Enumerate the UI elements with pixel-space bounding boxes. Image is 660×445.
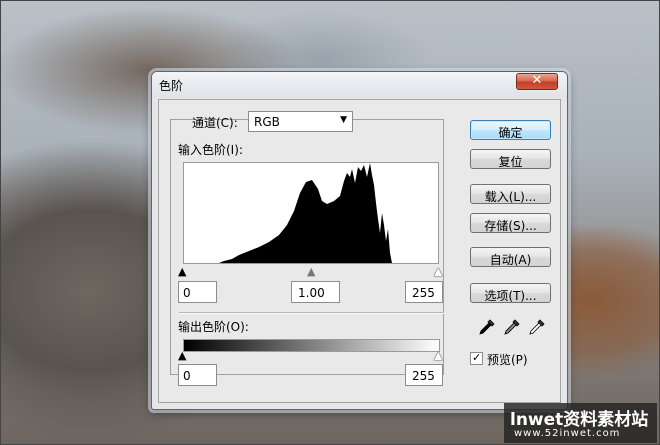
reset-button-label: 复位 (498, 155, 523, 169)
close-button[interactable]: ✕ (516, 73, 558, 90)
input-black-field[interactable]: 0 (178, 281, 217, 303)
reset-button[interactable]: 复位 (470, 149, 551, 169)
save-button-label: 存储(S)... (484, 219, 537, 233)
options-button[interactable]: 选项(T)... (470, 283, 551, 303)
checkmark-icon: ✓ (472, 351, 482, 364)
close-icon: ✕ (531, 73, 543, 88)
input-gamma-value: 1.00 (298, 286, 325, 300)
channel-select[interactable]: RGB ▼ (248, 111, 353, 132)
title-bar[interactable]: 色阶 ✕ (152, 72, 567, 97)
divider (179, 312, 444, 314)
eyedropper-white-icon[interactable] (528, 318, 546, 336)
input-white-slider[interactable]: ▲ (434, 266, 442, 277)
output-white-value: 255 (412, 369, 435, 383)
auto-button-label: 自动(A) (489, 253, 532, 267)
input-white-field[interactable]: 255 (405, 281, 443, 303)
output-black-slider[interactable]: ▲ (178, 350, 186, 361)
watermark: lnwet资料素材站 www.52inwet.com (504, 403, 657, 443)
preview-label[interactable]: 预览(P) (487, 351, 528, 368)
channel-label: 通道(C): (192, 116, 238, 130)
auto-button[interactable]: 自动(A) (470, 247, 551, 267)
channel-select-value: RGB (254, 115, 280, 129)
input-white-value: 255 (412, 286, 435, 300)
output-white-field[interactable]: 255 (405, 364, 443, 386)
dialog-title: 色阶 (159, 79, 184, 93)
preview-checkbox[interactable]: ✓ (470, 351, 483, 365)
output-white-slider[interactable]: ▲ (434, 350, 442, 361)
levels-dialog: 色阶 ✕ 通道(C): RGB ▼ 输入色阶(I): ▲ ▲ ▲ 0 1.00 … (151, 71, 568, 410)
output-levels-label: 输出色阶(O): (178, 320, 249, 334)
histogram (183, 162, 439, 264)
input-gamma-slider[interactable]: ▲ (307, 266, 315, 277)
input-black-slider[interactable]: ▲ (178, 266, 186, 277)
load-button-label: 载入(L)... (484, 190, 537, 204)
save-button[interactable]: 存储(S)... (470, 213, 551, 233)
eyedropper-gray-icon[interactable] (503, 318, 521, 336)
load-button[interactable]: 载入(L)... (470, 184, 551, 204)
output-gradient-bar (183, 339, 440, 352)
histogram-graph (219, 163, 392, 263)
output-black-field[interactable]: 0 (178, 364, 217, 386)
chevron-down-icon: ▼ (340, 115, 347, 125)
input-black-value: 0 (183, 286, 191, 300)
output-black-value: 0 (183, 369, 191, 383)
options-button-label: 选项(T)... (484, 289, 537, 303)
watermark-brand: lnwet资料素材站 (510, 410, 649, 430)
input-gamma-field[interactable]: 1.00 (291, 281, 340, 303)
ok-button-label: 确定 (498, 126, 523, 140)
ok-button[interactable]: 确定 (470, 120, 551, 140)
input-levels-label: 输入色阶(I): (178, 143, 243, 157)
histogram-shape (219, 163, 392, 263)
watermark-url: www.52inwet.com (514, 428, 621, 439)
eyedropper-black-icon[interactable] (478, 318, 496, 336)
